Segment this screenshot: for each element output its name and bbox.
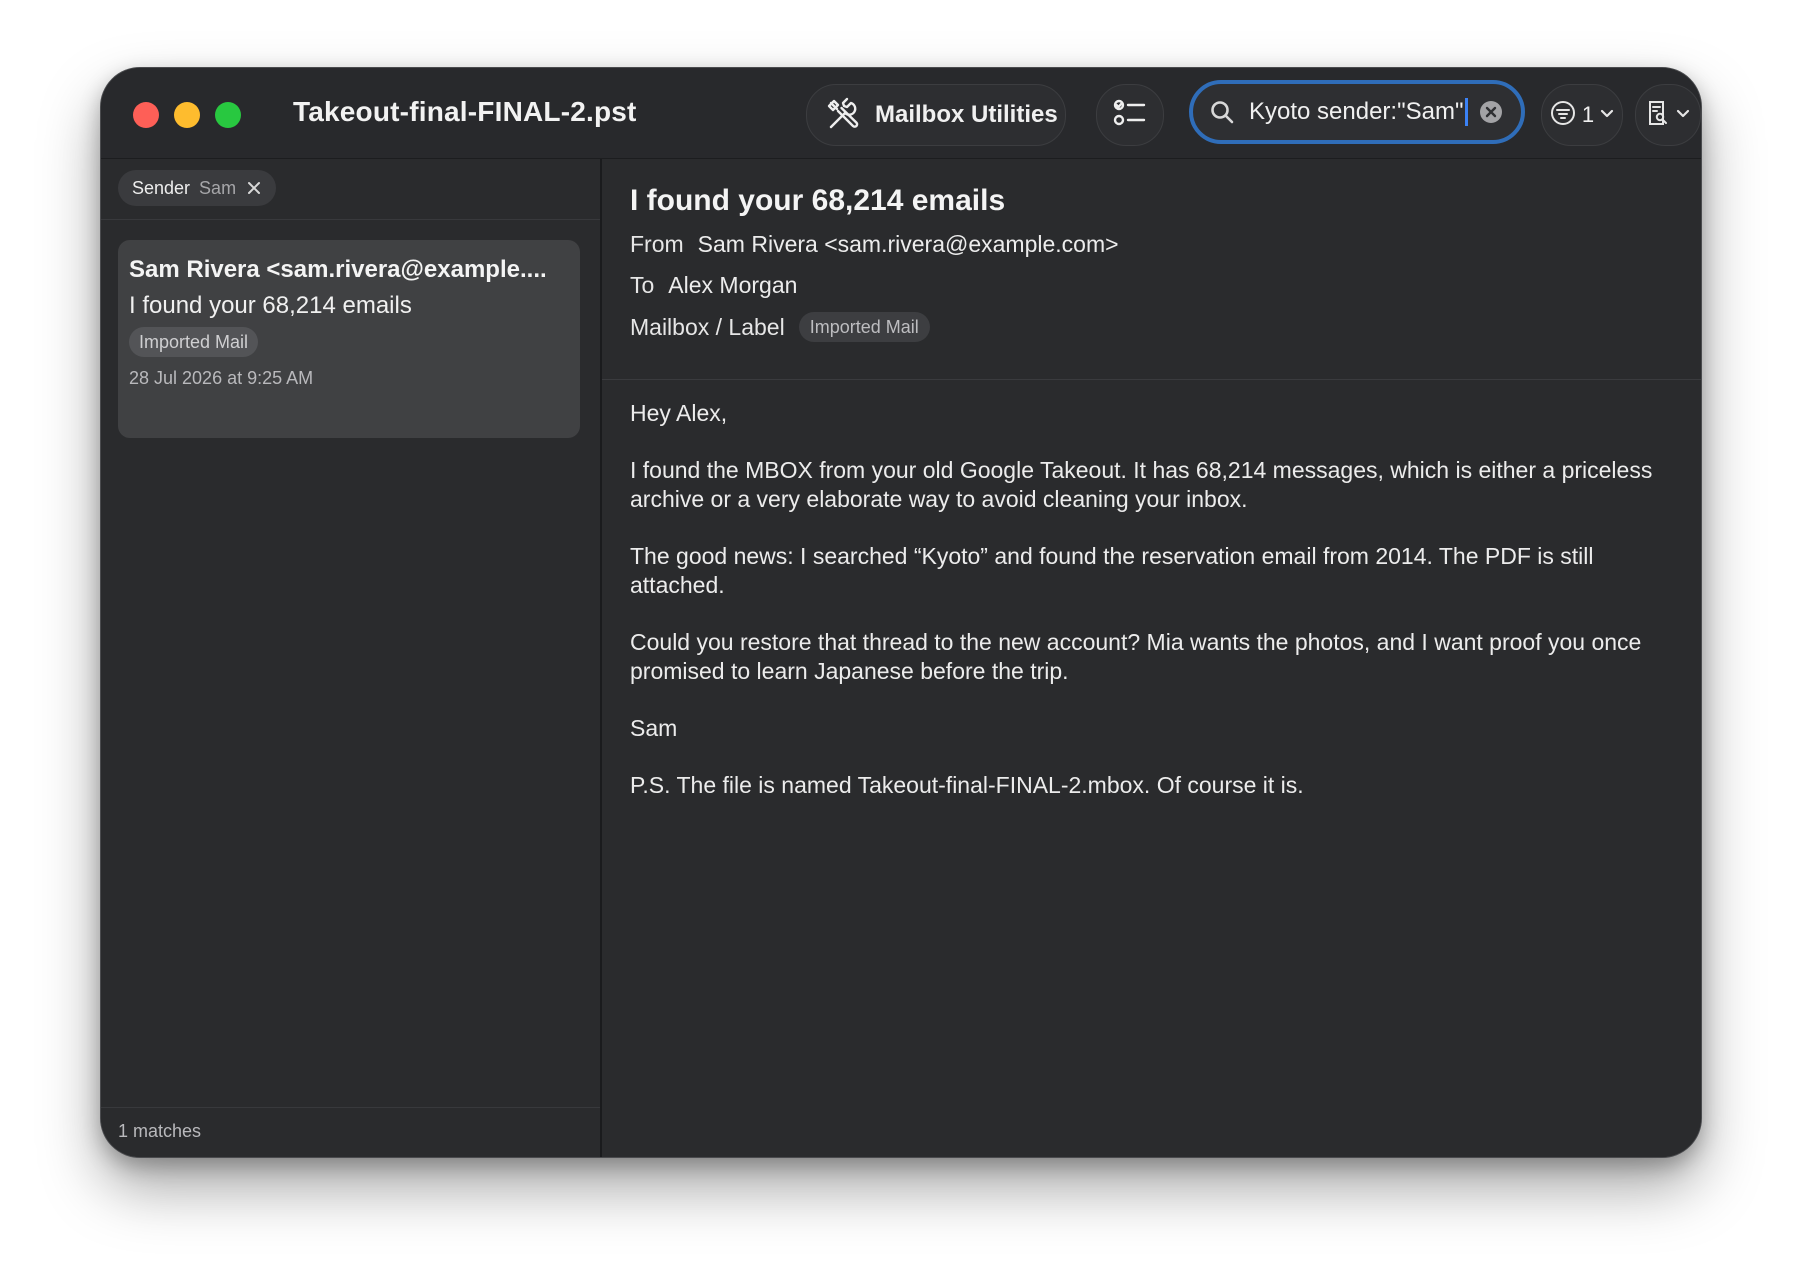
title-bar: Takeout-final-FINAL-2.pst Mailbox Utilit… — [101, 68, 1701, 159]
view-options-button[interactable] — [1635, 84, 1701, 146]
body-paragraph: Could you restore that thread to the new… — [630, 629, 1642, 684]
message-subject-heading: I found your 68,214 emails — [630, 184, 1006, 217]
search-icon — [1209, 97, 1239, 127]
window-title: Takeout-final-FINAL-2.pst — [293, 96, 637, 127]
filter-icon — [1550, 100, 1576, 131]
mailbox-utilities-label: Mailbox Utilities — [875, 101, 1058, 128]
message-label-badge: Imported Mail — [129, 327, 259, 357]
chip-key: Sender — [132, 177, 191, 198]
body-paragraph: The good news: I searched “Kyoto” and fo… — [630, 543, 1594, 598]
minimize-window-button[interactable] — [174, 102, 200, 128]
message-body: Hey Alex, I found the MBOX from your old… — [630, 399, 1661, 828]
to-label: To — [630, 272, 655, 298]
body-paragraph: Hey Alex, — [630, 400, 728, 426]
list-item[interactable]: Sam Rivera <sam.rivera@example.... I fou… — [118, 240, 580, 438]
from-label: From — [630, 231, 684, 257]
body-paragraph: I found the MBOX from your old Google Ta… — [630, 457, 1653, 512]
body-signature: Sam — [630, 715, 678, 741]
to-row: To Alex Morgan — [630, 272, 797, 299]
from-value[interactable]: Sam Rivera <sam.rivera@example.com> — [698, 231, 1119, 258]
sender-filter-chip[interactable]: Sender Sam — [118, 170, 277, 206]
message-subject: I found your 68,214 emails — [129, 292, 412, 319]
mailbox-label: Mailbox / Label — [630, 313, 785, 340]
document-search-icon — [1646, 99, 1670, 132]
from-row: From Sam Rivera <sam.rivera@example.com> — [630, 231, 1119, 258]
checklist-button[interactable] — [1096, 84, 1164, 146]
to-value[interactable]: Alex Morgan — [668, 272, 797, 299]
zoom-window-button[interactable] — [215, 102, 241, 128]
text-cursor — [1465, 98, 1469, 127]
remove-filter-icon[interactable] — [246, 180, 262, 196]
message-date: 28 Jul 2026 at 9:25 AM — [129, 368, 314, 388]
checklist-icon — [1112, 97, 1148, 134]
mailbox-utilities-button[interactable]: Mailbox Utilities — [806, 84, 1066, 146]
body-postscript: P.S. The file is named Takeout-final-FIN… — [630, 772, 1304, 798]
filter-chip-row: Sender Sam — [101, 159, 600, 220]
match-count: 1 matches — [118, 1121, 202, 1141]
reading-pane: I found your 68,214 emails From Sam Rive… — [602, 159, 1701, 1157]
search-query-text: Kyoto sender:"Sam" — [1249, 97, 1464, 125]
list-footer: 1 matches — [101, 1107, 600, 1157]
clear-search-icon[interactable] — [1479, 100, 1503, 124]
message-list-pane: Sender Sam Sam Rivera <sam.rivera@exampl… — [101, 159, 602, 1157]
mailbox-row: Mailbox / Label Imported Mail — [630, 312, 930, 342]
filter-count: 1 — [1581, 102, 1595, 127]
message-sender: Sam Rivera <sam.rivera@example.... — [129, 256, 547, 283]
tools-icon — [823, 95, 863, 135]
chevron-down-icon — [1676, 106, 1690, 124]
search-field[interactable]: Kyoto sender:"Sam" — [1189, 80, 1525, 144]
search-input[interactable]: Kyoto sender:"Sam" — [1249, 97, 1469, 127]
chip-value: Sam — [199, 177, 237, 198]
mailbox-badge: Imported Mail — [798, 312, 930, 342]
chevron-down-icon — [1600, 106, 1614, 124]
mail-window: Takeout-final-FINAL-2.pst Mailbox Utilit… — [100, 67, 1702, 1158]
message-header: I found your 68,214 emails From Sam Rive… — [602, 159, 1701, 380]
close-window-button[interactable] — [133, 102, 159, 128]
filter-button[interactable]: 1 — [1541, 84, 1623, 146]
